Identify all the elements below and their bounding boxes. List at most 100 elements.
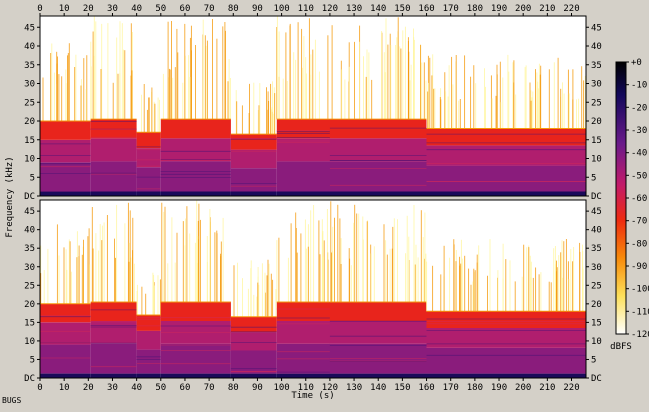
x-tick-label-top: 0 [37, 4, 42, 14]
x-tick-label-bottom: 150 [394, 383, 410, 393]
energy-band [426, 165, 586, 192]
energy-band [160, 119, 231, 139]
x-tick-label-top: 130 [346, 4, 362, 14]
energy-band [136, 132, 161, 149]
colorbar-tick-label: -90 [631, 262, 647, 272]
energy-band [136, 191, 161, 196]
y-tick-label-left: 10 [24, 155, 35, 165]
energy-band [90, 321, 137, 344]
energy-band [230, 373, 277, 378]
energy-band [90, 302, 137, 321]
colorbar-tick-label: -60 [631, 194, 647, 204]
x-tick-label-bottom: 160 [418, 383, 434, 393]
y-tick-label-right: DC [591, 192, 602, 202]
x-tick-label-top: 150 [394, 4, 410, 14]
energy-band [40, 191, 91, 196]
x-tick-label-top: 70 [204, 4, 215, 14]
y-tick-label-left: 45 [24, 207, 35, 217]
energy-band [136, 330, 161, 350]
x-tick-label-top: 220 [563, 4, 579, 14]
spectrogram-chart: DC DC 5 5 10 10 15 15 20 20 25 25 30 30 35 35 40 40 45 45 DC… [5, 4, 649, 401]
x-tick-label-bottom: 20 [83, 383, 94, 393]
energy-band [160, 161, 231, 192]
x-tick-label-bottom: 80 [228, 383, 239, 393]
colorbar-tick-label: -120 [631, 330, 649, 340]
x-tick-label-top: 210 [539, 4, 555, 14]
y-tick-label-right: 25 [591, 281, 602, 291]
x-tick-label-bottom: 180 [467, 383, 483, 393]
energy-band [160, 191, 231, 196]
energy-band [160, 302, 231, 321]
energy-band [40, 139, 91, 163]
y-tick-label-right: 15 [591, 318, 602, 328]
y-tick-label-right: 5 [591, 173, 596, 183]
y-tick-label-left: 45 [24, 23, 35, 33]
y-tick-label-left: 15 [24, 318, 35, 328]
colorbar-tick-label: +0 [631, 58, 642, 68]
y-tick-label-left: 40 [24, 226, 35, 236]
energy-band [329, 373, 427, 378]
y-tick-label-right: 15 [591, 136, 602, 146]
x-tick-label-top: 140 [370, 4, 386, 14]
energy-band [160, 373, 231, 378]
energy-band [276, 138, 330, 162]
y-tick-label-left: 20 [24, 300, 35, 310]
spectrogram-window: DC DC 5 5 10 10 15 15 20 20 25 25 30 30 35 35 40 40 45 45 DC… [0, 0, 649, 408]
y-tick-label-left: 5 [30, 356, 35, 366]
y-tick-label-right: 35 [591, 244, 602, 254]
energy-band [160, 343, 231, 374]
y-tick-label-left: DC [24, 374, 35, 384]
energy-band [90, 373, 137, 378]
x-tick-label-top: 170 [443, 4, 459, 14]
colorbar-tick-label: -70 [631, 217, 647, 227]
footer-label: BUGS [2, 396, 22, 405]
colorbar-unit-label: dBFS [610, 342, 632, 352]
y-tick-label-left: 15 [24, 136, 35, 146]
y-tick-label-right: 10 [591, 337, 602, 347]
x-tick-label-bottom: 190 [491, 383, 507, 393]
colorbar [615, 61, 627, 335]
x-tick-label-top: 180 [467, 4, 483, 14]
y-tick-label-left: 10 [24, 337, 35, 347]
energy-band [90, 343, 137, 374]
energy-band [90, 138, 137, 162]
y-tick-label-left: 35 [24, 61, 35, 71]
colorbar-tick-label: -20 [631, 103, 647, 113]
y-tick-label-left: 30 [24, 263, 35, 273]
colorbar-tick-label: -110 [631, 307, 649, 317]
energy-band [329, 138, 427, 162]
y-tick-label-right: 45 [591, 207, 602, 217]
y-tick-label-left: 35 [24, 244, 35, 254]
y-tick-label-left: 5 [30, 173, 35, 183]
colorbar-tick-label: -100 [631, 285, 649, 295]
colorbar-tick-label: -40 [631, 149, 647, 159]
energy-band [230, 332, 277, 351]
y-tick-label-right: 35 [591, 61, 602, 71]
energy-band [426, 311, 586, 328]
x-tick-label-top: 90 [252, 4, 263, 14]
y-tick-label-right: 40 [591, 226, 602, 236]
energy-band [136, 167, 161, 192]
energy-band [90, 161, 137, 192]
y-tick-label-right: 20 [591, 117, 602, 127]
y-tick-label-right: 5 [591, 356, 596, 366]
y-tick-label-left: 40 [24, 42, 35, 52]
energy-band [40, 344, 91, 374]
energy-band [329, 191, 427, 196]
x-tick-label-bottom: 10 [59, 383, 70, 393]
energy-band [160, 138, 231, 162]
x-tick-label-top: 190 [491, 4, 507, 14]
x-tick-label-top: 50 [155, 4, 166, 14]
x-tick-label-top: 120 [322, 4, 338, 14]
colorbar-tick-label: -80 [631, 239, 647, 249]
energy-band [136, 349, 161, 374]
y-tick-label-left: 25 [24, 281, 35, 291]
y-tick-label-left: 20 [24, 117, 35, 127]
energy-band [230, 134, 277, 150]
energy-band [276, 161, 330, 192]
energy-band [329, 321, 427, 344]
x-tick-label-top: 10 [59, 4, 70, 14]
x-tick-label-top: 20 [83, 4, 94, 14]
energy-band [40, 303, 91, 323]
energy-band [230, 350, 277, 374]
